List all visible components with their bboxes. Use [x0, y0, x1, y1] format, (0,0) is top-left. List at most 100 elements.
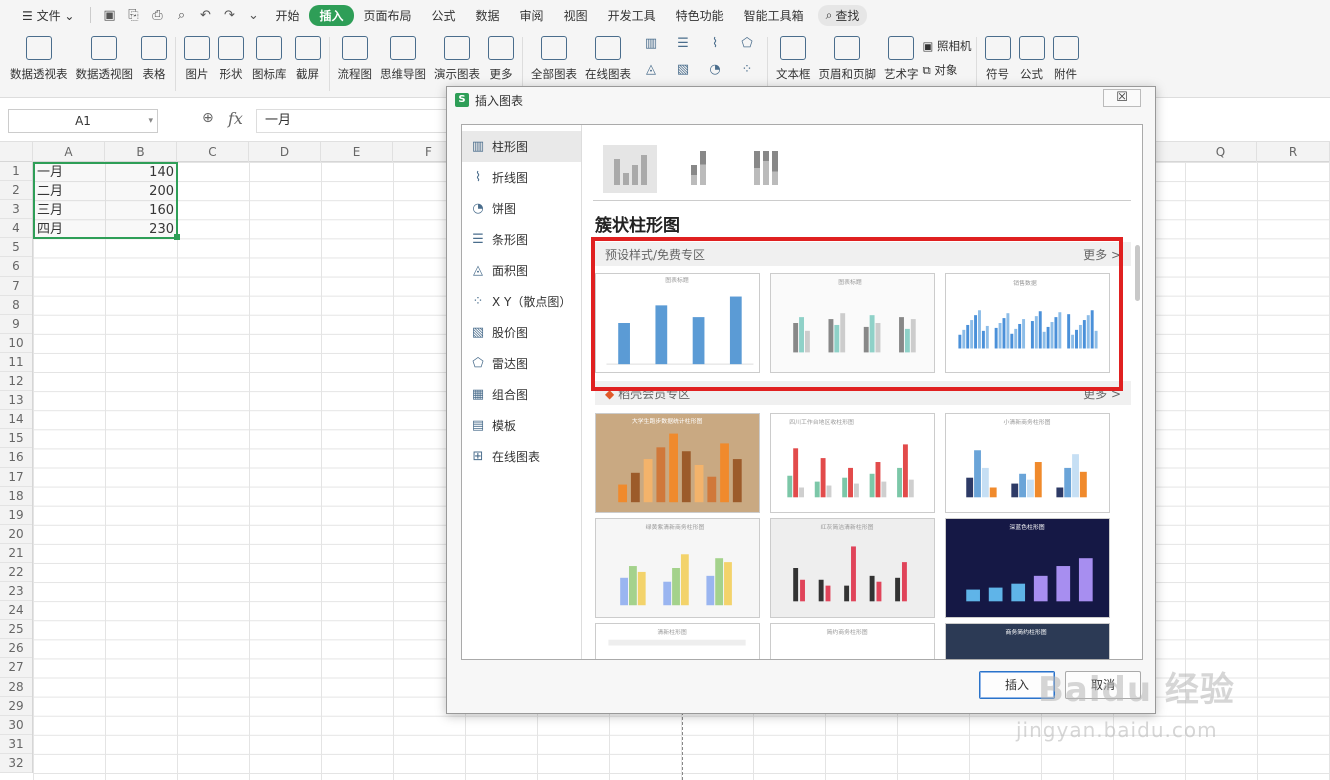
category-area-chart[interactable]: ◬ 面积图 — [462, 255, 581, 286]
presentation-chart-button[interactable]: 演示图表 — [430, 30, 484, 82]
online-charts-button[interactable]: 在线图表 — [581, 30, 635, 82]
tab-review[interactable]: 审阅 — [510, 7, 554, 24]
column-header-a[interactable]: A — [33, 142, 105, 162]
tab-view[interactable]: 视图 — [554, 7, 598, 24]
row-header[interactable]: 8 — [0, 296, 32, 315]
category-combo-chart[interactable]: ▦ 组合图 — [462, 379, 581, 410]
select-all-corner[interactable] — [0, 142, 33, 162]
fx-icon[interactable]: fx — [228, 109, 243, 128]
radar-chart-icon[interactable]: ⬠ — [731, 36, 763, 62]
screenshot-button[interactable]: 截屏 — [291, 30, 325, 82]
tab-home[interactable]: 开始 — [265, 7, 309, 24]
category-radar-chart[interactable]: ⬠ 雷达图 — [462, 348, 581, 379]
row-header[interactable]: 29 — [0, 697, 32, 716]
category-bar-chart[interactable]: ☰ 条形图 — [462, 224, 581, 255]
pivot-table-button[interactable]: 数据透视表 — [6, 30, 72, 82]
tab-data[interactable]: 数据 — [466, 7, 510, 24]
row-header[interactable]: 14 — [0, 410, 32, 430]
category-scatter-chart[interactable]: ⁘ X Y（散点图） — [462, 286, 581, 317]
bar-chart-icon[interactable]: ☰ — [667, 36, 699, 62]
row-header[interactable]: 13 — [0, 391, 32, 411]
more-button[interactable]: 更多 — [484, 30, 518, 82]
pie-chart-icon[interactable]: ◔ — [699, 62, 731, 88]
row-header[interactable]: 17 — [0, 468, 32, 487]
row-header[interactable]: 6 — [0, 257, 32, 277]
category-line-chart[interactable]: ⌇ 折线图 — [462, 162, 581, 193]
row-header[interactable]: 21 — [0, 544, 32, 563]
row-header[interactable]: 2 — [0, 181, 32, 201]
equation-button[interactable]: 公式 — [1015, 30, 1049, 82]
row-header[interactable]: 31 — [0, 735, 32, 754]
row-header[interactable]: 19 — [0, 506, 32, 525]
pivot-chart-button[interactable]: 数据透视图 — [72, 30, 138, 82]
row-header[interactable]: 20 — [0, 525, 32, 544]
tab-developer[interactable]: 开发工具 — [598, 7, 666, 24]
row-header[interactable]: 11 — [0, 353, 32, 373]
row-header[interactable]: 5 — [0, 238, 32, 258]
member-template-2[interactable]: 四川工作台地区收柱形图 — [770, 413, 935, 513]
column-header-e[interactable]: E — [321, 142, 393, 162]
scrollbar-thumb[interactable] — [1135, 245, 1140, 301]
tab-formula[interactable]: 公式 — [422, 7, 466, 24]
cancel-button[interactable]: 取消 — [1065, 671, 1141, 699]
preset-more-link[interactable]: 更多 > — [1083, 246, 1121, 263]
stock-chart-icon[interactable]: ▧ — [667, 62, 699, 88]
print-icon[interactable]: ⎙ — [145, 8, 169, 23]
export-icon[interactable]: ⎘ — [121, 8, 145, 23]
member-template-9[interactable]: 商务简约柱形图 — [945, 623, 1110, 659]
member-template-3[interactable]: 小清新商务柱形图 — [945, 413, 1110, 513]
row-header[interactable]: 23 — [0, 582, 32, 602]
tab-smart-tools[interactable]: 智能工具箱 — [734, 7, 814, 24]
row-header[interactable]: 32 — [0, 754, 32, 773]
table-button[interactable]: 表格 — [137, 30, 171, 82]
tab-features[interactable]: 特色功能 — [666, 7, 734, 24]
fill-handle[interactable] — [174, 234, 180, 240]
preset-template-2[interactable]: 图表标题 — [770, 273, 935, 373]
row-header[interactable]: 10 — [0, 334, 32, 353]
stacked-column-subtype[interactable] — [671, 145, 725, 193]
column-header-q[interactable]: Q — [1185, 142, 1257, 162]
row-header[interactable]: 4 — [0, 219, 32, 239]
area-chart-icon[interactable]: ◬ — [635, 62, 667, 88]
line-chart-icon[interactable]: ⌇ — [699, 36, 731, 62]
member-template-7[interactable]: 清新柱形图 — [595, 623, 760, 659]
preset-template-3[interactable]: 销售数据 — [945, 273, 1110, 373]
textbox-button[interactable]: 文本框 — [772, 30, 815, 82]
row-header[interactable]: 15 — [0, 429, 32, 449]
chart-gallery[interactable]: 簇状柱形图 预设样式/免费专区 更多 > 图表标题 图表标题 销售数据 ◆ 稻壳… — [583, 125, 1142, 659]
tab-page-layout[interactable]: 页面布局 — [354, 7, 422, 24]
customize-icon[interactable]: ⌄ — [241, 8, 265, 23]
row-header[interactable]: 25 — [0, 620, 32, 640]
category-template[interactable]: ▤ 模板 — [462, 410, 581, 441]
all-charts-button[interactable]: 全部图表 — [527, 30, 581, 82]
file-menu[interactable]: ☰ 文件 ⌄ — [12, 7, 84, 24]
member-template-5[interactable]: 红灰简洁清新柱形图 — [770, 518, 935, 618]
gallery-scrollbar[interactable] — [1134, 125, 1140, 659]
column-header-c[interactable]: C — [177, 142, 249, 162]
row-header[interactable]: 18 — [0, 487, 32, 506]
save-icon[interactable]: ▣ — [97, 8, 121, 23]
percent-stacked-column-subtype[interactable] — [739, 145, 793, 193]
column-chart-icon[interactable]: ▥ — [635, 36, 667, 62]
member-more-link[interactable]: 更多 > — [1083, 385, 1121, 402]
object-button[interactable]: ⧉ 对象 — [923, 62, 972, 78]
column-header-d[interactable]: D — [249, 142, 321, 162]
symbol-button[interactable]: 符号 — [981, 30, 1015, 82]
category-online-chart[interactable]: ⊞ 在线图表 — [462, 441, 581, 472]
row-header[interactable]: 22 — [0, 563, 32, 583]
shape-button[interactable]: 形状 — [214, 30, 248, 82]
search-button[interactable]: ⌕ 查找 — [817, 4, 868, 26]
clustered-column-subtype[interactable] — [603, 145, 657, 193]
row-header[interactable]: 9 — [0, 315, 32, 334]
column-header-b[interactable]: B — [105, 142, 177, 162]
name-box[interactable]: A1 ▾ — [8, 109, 158, 133]
wordart-button[interactable]: 艺术字 — [880, 30, 923, 82]
row-header[interactable]: 16 — [0, 448, 32, 468]
camera-button[interactable]: ▣ 照相机 — [923, 38, 972, 54]
row-header[interactable]: 12 — [0, 372, 32, 392]
row-header[interactable]: 27 — [0, 658, 32, 678]
chevron-down-icon[interactable]: ▾ — [148, 110, 153, 132]
header-footer-button[interactable]: 页眉和页脚 — [815, 30, 881, 82]
column-header-r[interactable]: R — [1257, 142, 1330, 162]
member-template-8[interactable]: 简约商务柱形图 — [770, 623, 935, 659]
